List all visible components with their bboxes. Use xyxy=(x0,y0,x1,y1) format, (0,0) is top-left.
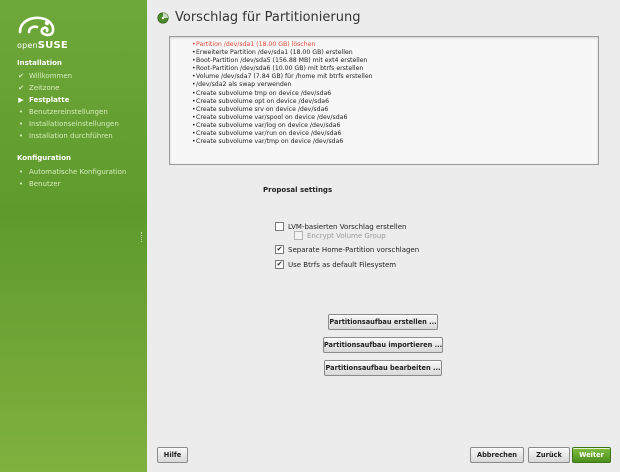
proposal-item: Erweiterte Partition /dev/sda1 (18.00 GB… xyxy=(192,49,598,57)
sidebar-item-label: Zeitzone xyxy=(29,84,60,92)
proposal-settings-title: Proposal settings xyxy=(263,186,333,194)
proposal-summary-box: Partition /dev/sda1 (18.00 GB) löschen E… xyxy=(169,36,599,165)
sidebar-item-installationseinstellungen: • Installationseinstellungen xyxy=(17,120,119,128)
home-partition-checkbox-label: Separate Home-Partition vorschlagen xyxy=(288,245,420,254)
bullet-icon: • xyxy=(18,108,24,116)
abort-button[interactable]: Abbrechen xyxy=(470,447,524,463)
sidebar-item-festplatte: ▶ Festplatte xyxy=(17,96,69,104)
sidebar-item-label: Benutzer xyxy=(29,180,61,188)
disk-partition-icon xyxy=(157,11,169,24)
check-icon: ✔ xyxy=(18,72,24,80)
edit-partitioning-button[interactable]: Partitionsaufbau bearbeiten ... xyxy=(324,360,442,376)
sidebar-section-konfiguration: Konfiguration xyxy=(17,154,71,162)
lvm-checkbox-row[interactable]: LVM-basierten Vorschlag erstellen xyxy=(275,222,406,231)
proposal-item: Create subvolume var/run on device /dev/… xyxy=(192,130,598,138)
sidebar: openSUSE Installation ✔ Willkommen ✔ Zeitz… xyxy=(0,0,147,472)
bullet-icon: • xyxy=(18,132,24,140)
proposal-item: Boot-Partition /dev/sda5 (156.88 MB) mit… xyxy=(192,57,598,65)
sidebar-item-label: Installation durchführen xyxy=(29,132,113,140)
page-header: Vorschlag für Partitionierung xyxy=(157,10,360,25)
sidebar-item-benutzereinstellungen: • Benutzereinstellungen xyxy=(17,108,108,116)
btrfs-checkbox-label: Use Btrfs as default Filesystem xyxy=(288,260,397,269)
sidebar-item-automatische-konfiguration: • Automatische Konfiguration xyxy=(17,168,126,176)
proposal-item: Create subvolume srv on device /dev/sda6 xyxy=(192,106,598,114)
btrfs-checkbox[interactable]: ✔ xyxy=(275,260,284,269)
sidebar-resize-handle[interactable] xyxy=(141,232,144,242)
btrfs-checkbox-row[interactable]: ✔ Use Btrfs as default Filesystem xyxy=(275,260,396,269)
check-icon: ✔ xyxy=(18,84,24,92)
proposal-list: Partition /dev/sda1 (18.00 GB) löschen E… xyxy=(170,41,598,146)
encrypt-checkbox-label: Encrypt Volume Group xyxy=(307,231,386,240)
proposal-item: Volume /dev/sda7 (7.84 GB) für /home mit… xyxy=(192,73,598,81)
back-button[interactable]: Zurück xyxy=(528,447,570,463)
sidebar-item-label: Benutzereinstellungen xyxy=(29,108,108,116)
home-partition-checkbox[interactable]: ✔ xyxy=(275,245,284,254)
help-button[interactable]: Hilfe xyxy=(157,447,188,463)
sidebar-item-label: Festplatte xyxy=(29,96,70,104)
proposal-item: Create subvolume var/spool on device /de… xyxy=(192,114,598,122)
proposal-item: Create subvolume var/tmp on device /dev/… xyxy=(192,138,598,146)
lvm-checkbox-label: LVM-basierten Vorschlag erstellen xyxy=(288,222,407,231)
page-title: Vorschlag für Partitionierung xyxy=(175,10,361,25)
sidebar-item-willkommen: ✔ Willkommen xyxy=(17,72,72,80)
proposal-item: Create subvolume tmp on device /dev/sda6 xyxy=(192,90,598,98)
home-partition-checkbox-row[interactable]: ✔ Separate Home-Partition vorschlagen xyxy=(275,245,419,254)
bullet-icon: • xyxy=(18,180,24,188)
encrypt-checkbox-row[interactable]: Encrypt Volume Group xyxy=(294,231,386,240)
chameleon-logo-icon xyxy=(18,16,55,37)
logo-wordmark: openSUSE xyxy=(17,40,68,51)
create-partitioning-button[interactable]: Partitionsaufbau erstellen ... xyxy=(328,314,438,330)
arrow-right-icon: ▶ xyxy=(18,96,24,104)
opensuse-logo xyxy=(16,14,76,60)
import-partitioning-button[interactable]: Partitionsaufbau importieren ... xyxy=(323,337,443,353)
sidebar-item-zeitzone: ✔ Zeitzone xyxy=(17,84,60,92)
logo-brand: SUSE xyxy=(37,40,68,51)
proposal-item: Create subvolume var/log on device /dev/… xyxy=(192,122,598,130)
sidebar-item-label: Willkommen xyxy=(29,72,73,80)
bullet-icon: • xyxy=(18,120,24,128)
sidebar-item-label: Automatische Konfiguration xyxy=(29,168,127,176)
encrypt-checkbox[interactable] xyxy=(294,231,303,240)
sidebar-item-benutzer: • Benutzer xyxy=(17,180,61,188)
proposal-item: Create subvolume opt on device /dev/sda6 xyxy=(192,98,598,106)
main-panel: Vorschlag für Partitionierung Partition … xyxy=(147,0,620,472)
sidebar-section-installation: Installation xyxy=(17,59,62,67)
next-button[interactable]: Weiter xyxy=(572,447,611,463)
logo-prefix: open xyxy=(17,41,38,50)
proposal-item: /dev/sda2 als swap verwenden xyxy=(192,81,598,89)
proposal-item-delete: Partition /dev/sda1 (18.00 GB) löschen xyxy=(192,41,598,49)
bullet-icon: • xyxy=(18,168,24,176)
sidebar-item-label: Installationseinstellungen xyxy=(29,120,119,128)
sidebar-item-installation-durchfuehren: • Installation durchführen xyxy=(17,132,113,140)
lvm-checkbox[interactable] xyxy=(275,222,284,231)
proposal-item: Root-Partition /dev/sda6 (10.00 GB) mit … xyxy=(192,65,598,73)
